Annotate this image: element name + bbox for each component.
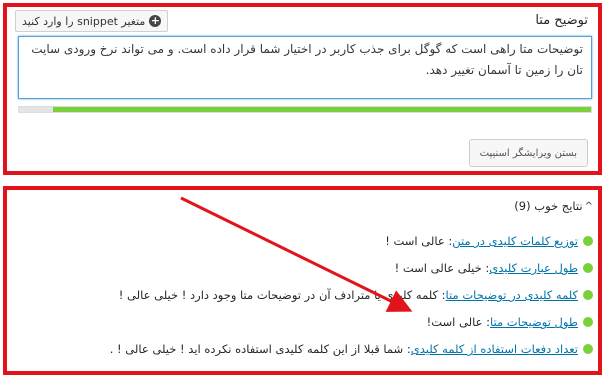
good-results-header-label: نتایج خوب (9) xyxy=(514,199,583,213)
good-results-toggle[interactable]: ^ نتایج خوب (9) xyxy=(514,199,593,213)
result-item: توزیع کلمات کلیدی در متن : عالی است ! xyxy=(385,234,593,248)
result-link[interactable]: کلمه کلیدی در توضیحات متا xyxy=(446,288,578,302)
result-text: : عالی است ! xyxy=(385,234,453,248)
result-item: تعداد دفعات استفاده از کلمه کلیدی : شما … xyxy=(110,342,593,356)
result-item: طول عبارت کلیدی : خیلی عالی است ! xyxy=(395,261,593,275)
result-item: کلمه کلیدی در توضیحات متا : کلمه کلیدی ی… xyxy=(119,288,593,302)
progress-fill xyxy=(53,107,591,112)
plus-circle-icon: + xyxy=(149,14,162,27)
insert-snippet-variable-button[interactable]: + متغیر snippet را وارد کنید xyxy=(15,10,169,32)
result-link[interactable]: توزیع کلمات کلیدی در متن xyxy=(452,234,578,248)
meta-description-title: توضیح متا xyxy=(535,13,588,28)
result-text: : کلمه کلیدی یا مترادف آن در توضیحات متا… xyxy=(118,288,446,302)
good-status-dot-icon xyxy=(583,317,593,327)
good-status-dot-icon xyxy=(583,344,593,354)
good-status-dot-icon xyxy=(583,263,593,273)
result-text: : خیلی عالی است ! xyxy=(394,261,490,275)
result-link[interactable]: طول توضیحات متا xyxy=(490,315,578,329)
close-snippet-editor-button[interactable]: بستن ویرایشگر اسنیپت xyxy=(468,139,588,167)
result-link[interactable]: تعداد دفعات استفاده از کلمه کلیدی xyxy=(411,342,578,356)
result-item: طول توضیحات متا : عالی است! xyxy=(427,315,593,329)
chevron-up-icon: ^ xyxy=(584,200,593,212)
meta-description-input[interactable]: توضیحات متا راهی است که گوگل برای جذب کا… xyxy=(18,36,592,99)
result-text: : عالی است! xyxy=(426,315,490,329)
meta-description-panel: توضیح متا + متغیر snippet را وارد کنید ت… xyxy=(3,3,602,175)
good-results-panel: ^ نتایج خوب (9) توزیع کلمات کلیدی در متن… xyxy=(3,186,602,375)
result-text: : شما قبلا از این کلمه کلیدی استفاده نکر… xyxy=(109,342,411,356)
meta-description-length-progress xyxy=(18,106,592,113)
good-status-dot-icon xyxy=(583,236,593,246)
snippet-button-label: متغیر snippet را وارد کنید xyxy=(22,14,146,28)
result-link[interactable]: طول عبارت کلیدی xyxy=(489,261,578,275)
good-status-dot-icon xyxy=(583,290,593,300)
